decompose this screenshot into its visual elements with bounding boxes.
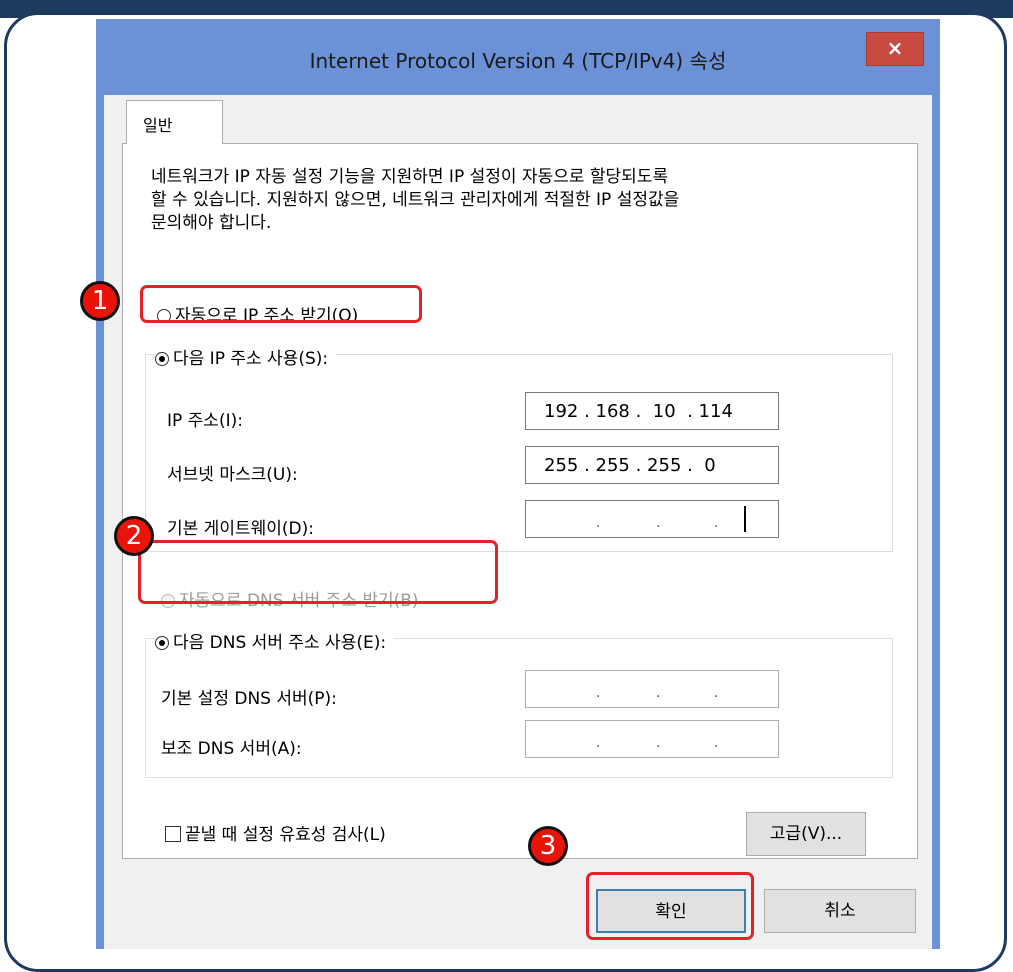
intro-line: 네트워크가 IP 자동 설정 기능을 지원하면 IP 설정이 자동으로 할당되도… [151,167,669,187]
ip-address-input[interactable]: 192 . 168 . 10 . 114 [525,392,779,430]
dns-manual-label: 다음 DNS 서버 주소 사용(E): [173,633,387,653]
subnet-mask-value: 255 . 255 . 255 . 0 [544,455,716,476]
step-marker-1: 1 [80,281,120,321]
preferred-dns-input[interactable]: . . . [525,670,779,708]
validate-on-exit-checkbox[interactable]: 끝낼 때 설정 유효성 검사(L) [165,820,386,845]
ip-manual-label: 다음 IP 주소 사용(S): [173,349,329,369]
step-marker-2: 2 [114,516,154,556]
gateway-label: 기본 게이트웨이(D): [167,519,314,539]
gateway-input[interactable]: . . . [525,500,779,538]
ip-address-value: 192 . 168 . 10 . 114 [544,401,733,422]
dialog-body: 일반 네트워크가 IP 자동 설정 기능을 지원하면 IP 설정이 자동으로 할… [104,95,932,949]
alternate-dns-label: 보조 DNS 서버(A): [161,739,302,759]
tab-general-label: 일반 [143,116,173,135]
text-caret [744,506,746,532]
radio-checked-icon [155,636,169,650]
subnet-mask-label: 서브넷 마스크(U): [167,465,298,485]
tcpip-properties-dialog: Internet Protocol Version 4 (TCP/IPv4) 속… [96,19,940,949]
ip-address-label: IP 주소(I): [167,411,243,431]
title-bar: Internet Protocol Version 4 (TCP/IPv4) 속… [96,19,940,95]
radio-checked-icon [155,352,169,366]
step-marker-3: 3 [528,826,568,866]
cancel-button[interactable]: 취소 [764,889,916,933]
highlight-ok-button [586,872,754,940]
ip-manual-radio[interactable]: 다음 IP 주소 사용(S): [155,344,337,369]
intro-line: 할 수 있습니다. 지원하지 않으면, 네트워크 관리자에게 적절한 IP 설정… [151,190,680,210]
tab-general[interactable]: 일반 [126,100,223,144]
validate-on-exit-label: 끝낼 때 설정 유효성 검사(L) [185,825,386,845]
dialog-title: Internet Protocol Version 4 (TCP/IPv4) 속… [309,49,727,73]
dns-manual-radio[interactable]: 다음 DNS 서버 주소 사용(E): [155,628,395,653]
advanced-button[interactable]: 고급(V)... [746,812,866,856]
highlight-ip-auto [140,285,422,323]
alternate-dns-input[interactable]: . . . [525,720,779,758]
general-panel: 네트워크가 IP 자동 설정 기능을 지원하면 IP 설정이 자동으로 할당되도… [122,143,918,859]
close-icon: × [886,36,904,60]
close-button[interactable]: × [866,32,924,66]
subnet-mask-input[interactable]: 255 . 255 . 255 . 0 [525,446,779,484]
highlight-dns-auto [138,540,498,604]
intro-text: 네트워크가 IP 자동 설정 기능을 지원하면 IP 설정이 자동으로 할당되도… [151,166,881,235]
preferred-dns-label: 기본 설정 DNS 서버(P): [161,689,337,709]
checkbox-unchecked-icon [165,826,181,842]
intro-line: 문의해야 합니다. [151,213,272,233]
